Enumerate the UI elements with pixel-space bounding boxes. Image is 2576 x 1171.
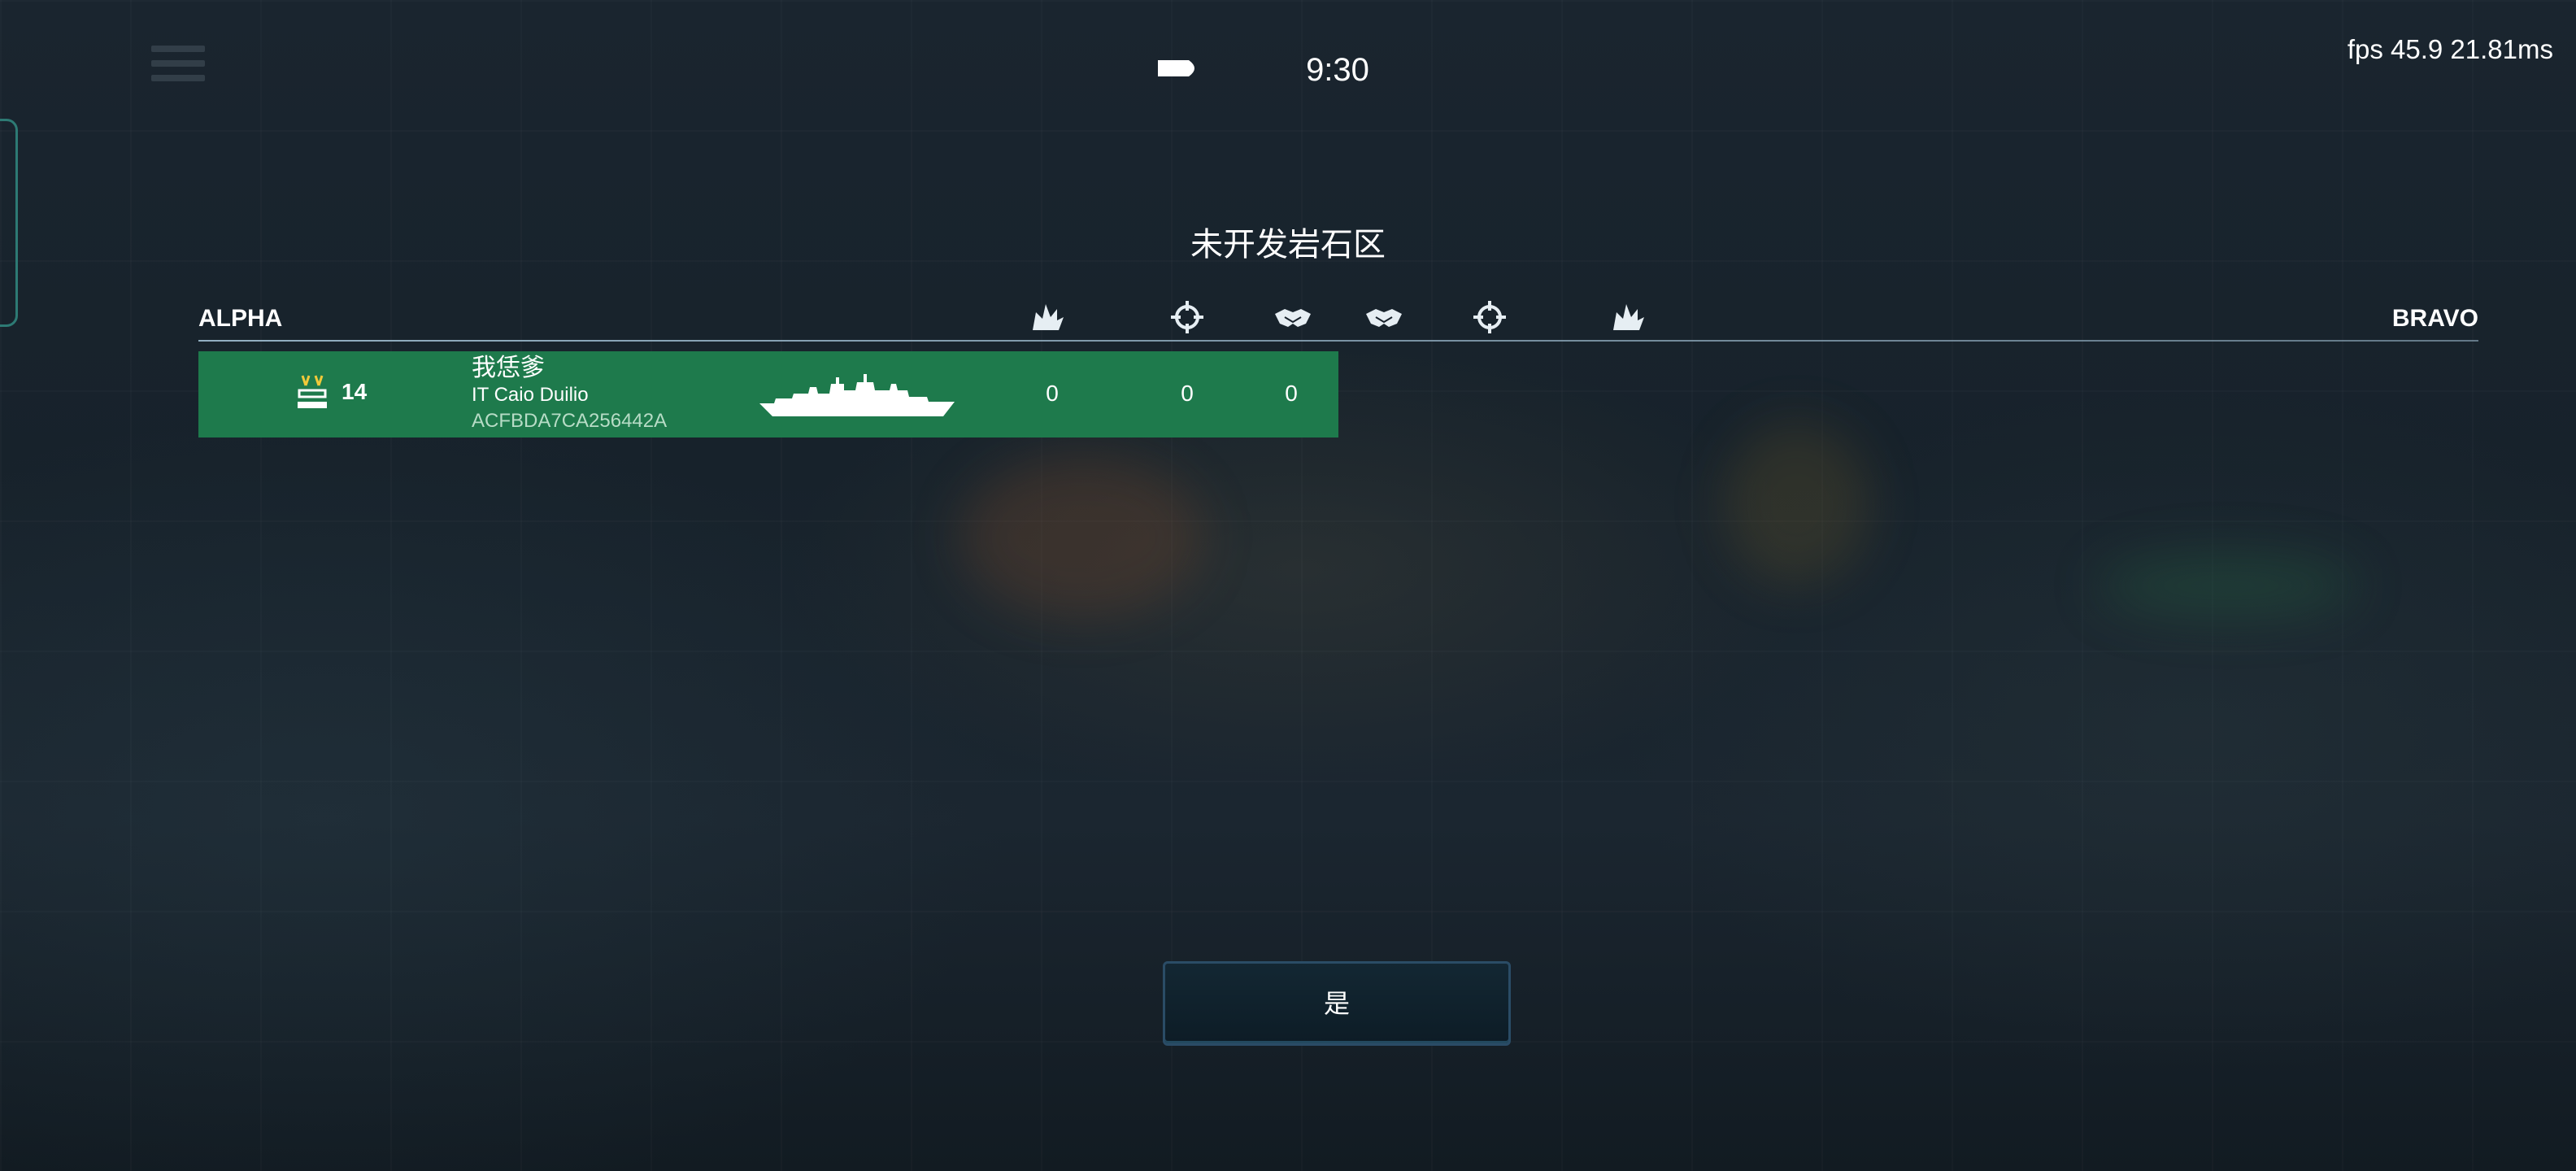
damage-value: 0 [1046,381,1059,406]
ship-icon [759,366,955,423]
rank-value: 14 [342,379,368,404]
fps-counter: fps 45.9 21.81ms [2347,34,2553,64]
ammo-icon [1158,59,1200,78]
kills-value: 0 [1181,381,1194,406]
menu-icon [151,46,205,86]
side-panel-tab[interactable] [0,119,18,327]
player-name: 我恁爹 [472,355,545,381]
scoreboard-divider [198,340,2478,342]
table-row[interactable]: 14 我恁爹 IT Caio Duilio ACFBDA7CA256442A 0… [198,351,1338,437]
assist-icon [1273,298,1312,337]
background-glow [2098,553,2358,618]
crosshair-icon [1470,298,1509,337]
assists-value: 0 [1285,381,1298,406]
damage-icon [1028,298,1067,337]
match-timer: 9:30 [1306,52,1369,88]
game-screen: 9:30 fps 45.9 21.81ms 未开发岩石区 ALPHA BRAVO… [0,0,2576,1171]
damage-icon [1608,298,1647,337]
assist-icon [1364,298,1403,337]
rank-icon [294,372,330,411]
team-bravo-label: BRAVO [2391,305,2478,332]
background-glow [959,455,1203,618]
map-name: 未开发岩石区 [1190,227,1386,263]
team-alpha-label: ALPHA [198,305,283,332]
player-id: ACFBDA7CA256442A [472,410,668,432]
ship-name: IT Caio Duilio [472,384,589,406]
background-glow [1724,423,1870,586]
crosshair-icon [1168,298,1207,337]
confirm-button[interactable]: 是 [1163,961,1511,1046]
